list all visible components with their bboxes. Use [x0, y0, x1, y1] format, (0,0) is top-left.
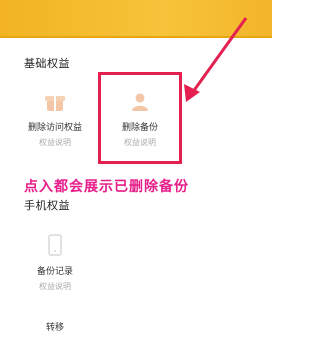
- basic-item-1-label: 删除备份: [121, 123, 158, 133]
- extra-item-0-sub: 权益说明: [39, 282, 71, 291]
- basic-item-0-sub: 权益说明: [39, 138, 71, 147]
- extra-item-1-label: 转移: [45, 323, 64, 333]
- extra-item-1[interactable]: 转移: [18, 312, 92, 333]
- basic-section-title: 基础权益: [24, 57, 70, 70]
- extra-section-title: 手机权益: [24, 199, 70, 212]
- basic-item-1[interactable]: 删除备份 权益说明: [103, 92, 177, 148]
- user-icon: [132, 93, 148, 111]
- basic-item-1-sub: 权益说明: [124, 138, 156, 147]
- annotation-text: 点入都会展示已删除备份: [24, 179, 189, 195]
- extra-item-0[interactable]: 备份记录 权益说明: [18, 234, 92, 292]
- basic-item-0[interactable]: 删除访问权益 权益说明: [18, 92, 92, 148]
- extra-item-0-label: 备份记录: [36, 267, 73, 277]
- basic-item-0-label: 删除访问权益: [27, 123, 82, 133]
- phone-icon: [48, 234, 62, 256]
- gift-icon: [45, 96, 65, 111]
